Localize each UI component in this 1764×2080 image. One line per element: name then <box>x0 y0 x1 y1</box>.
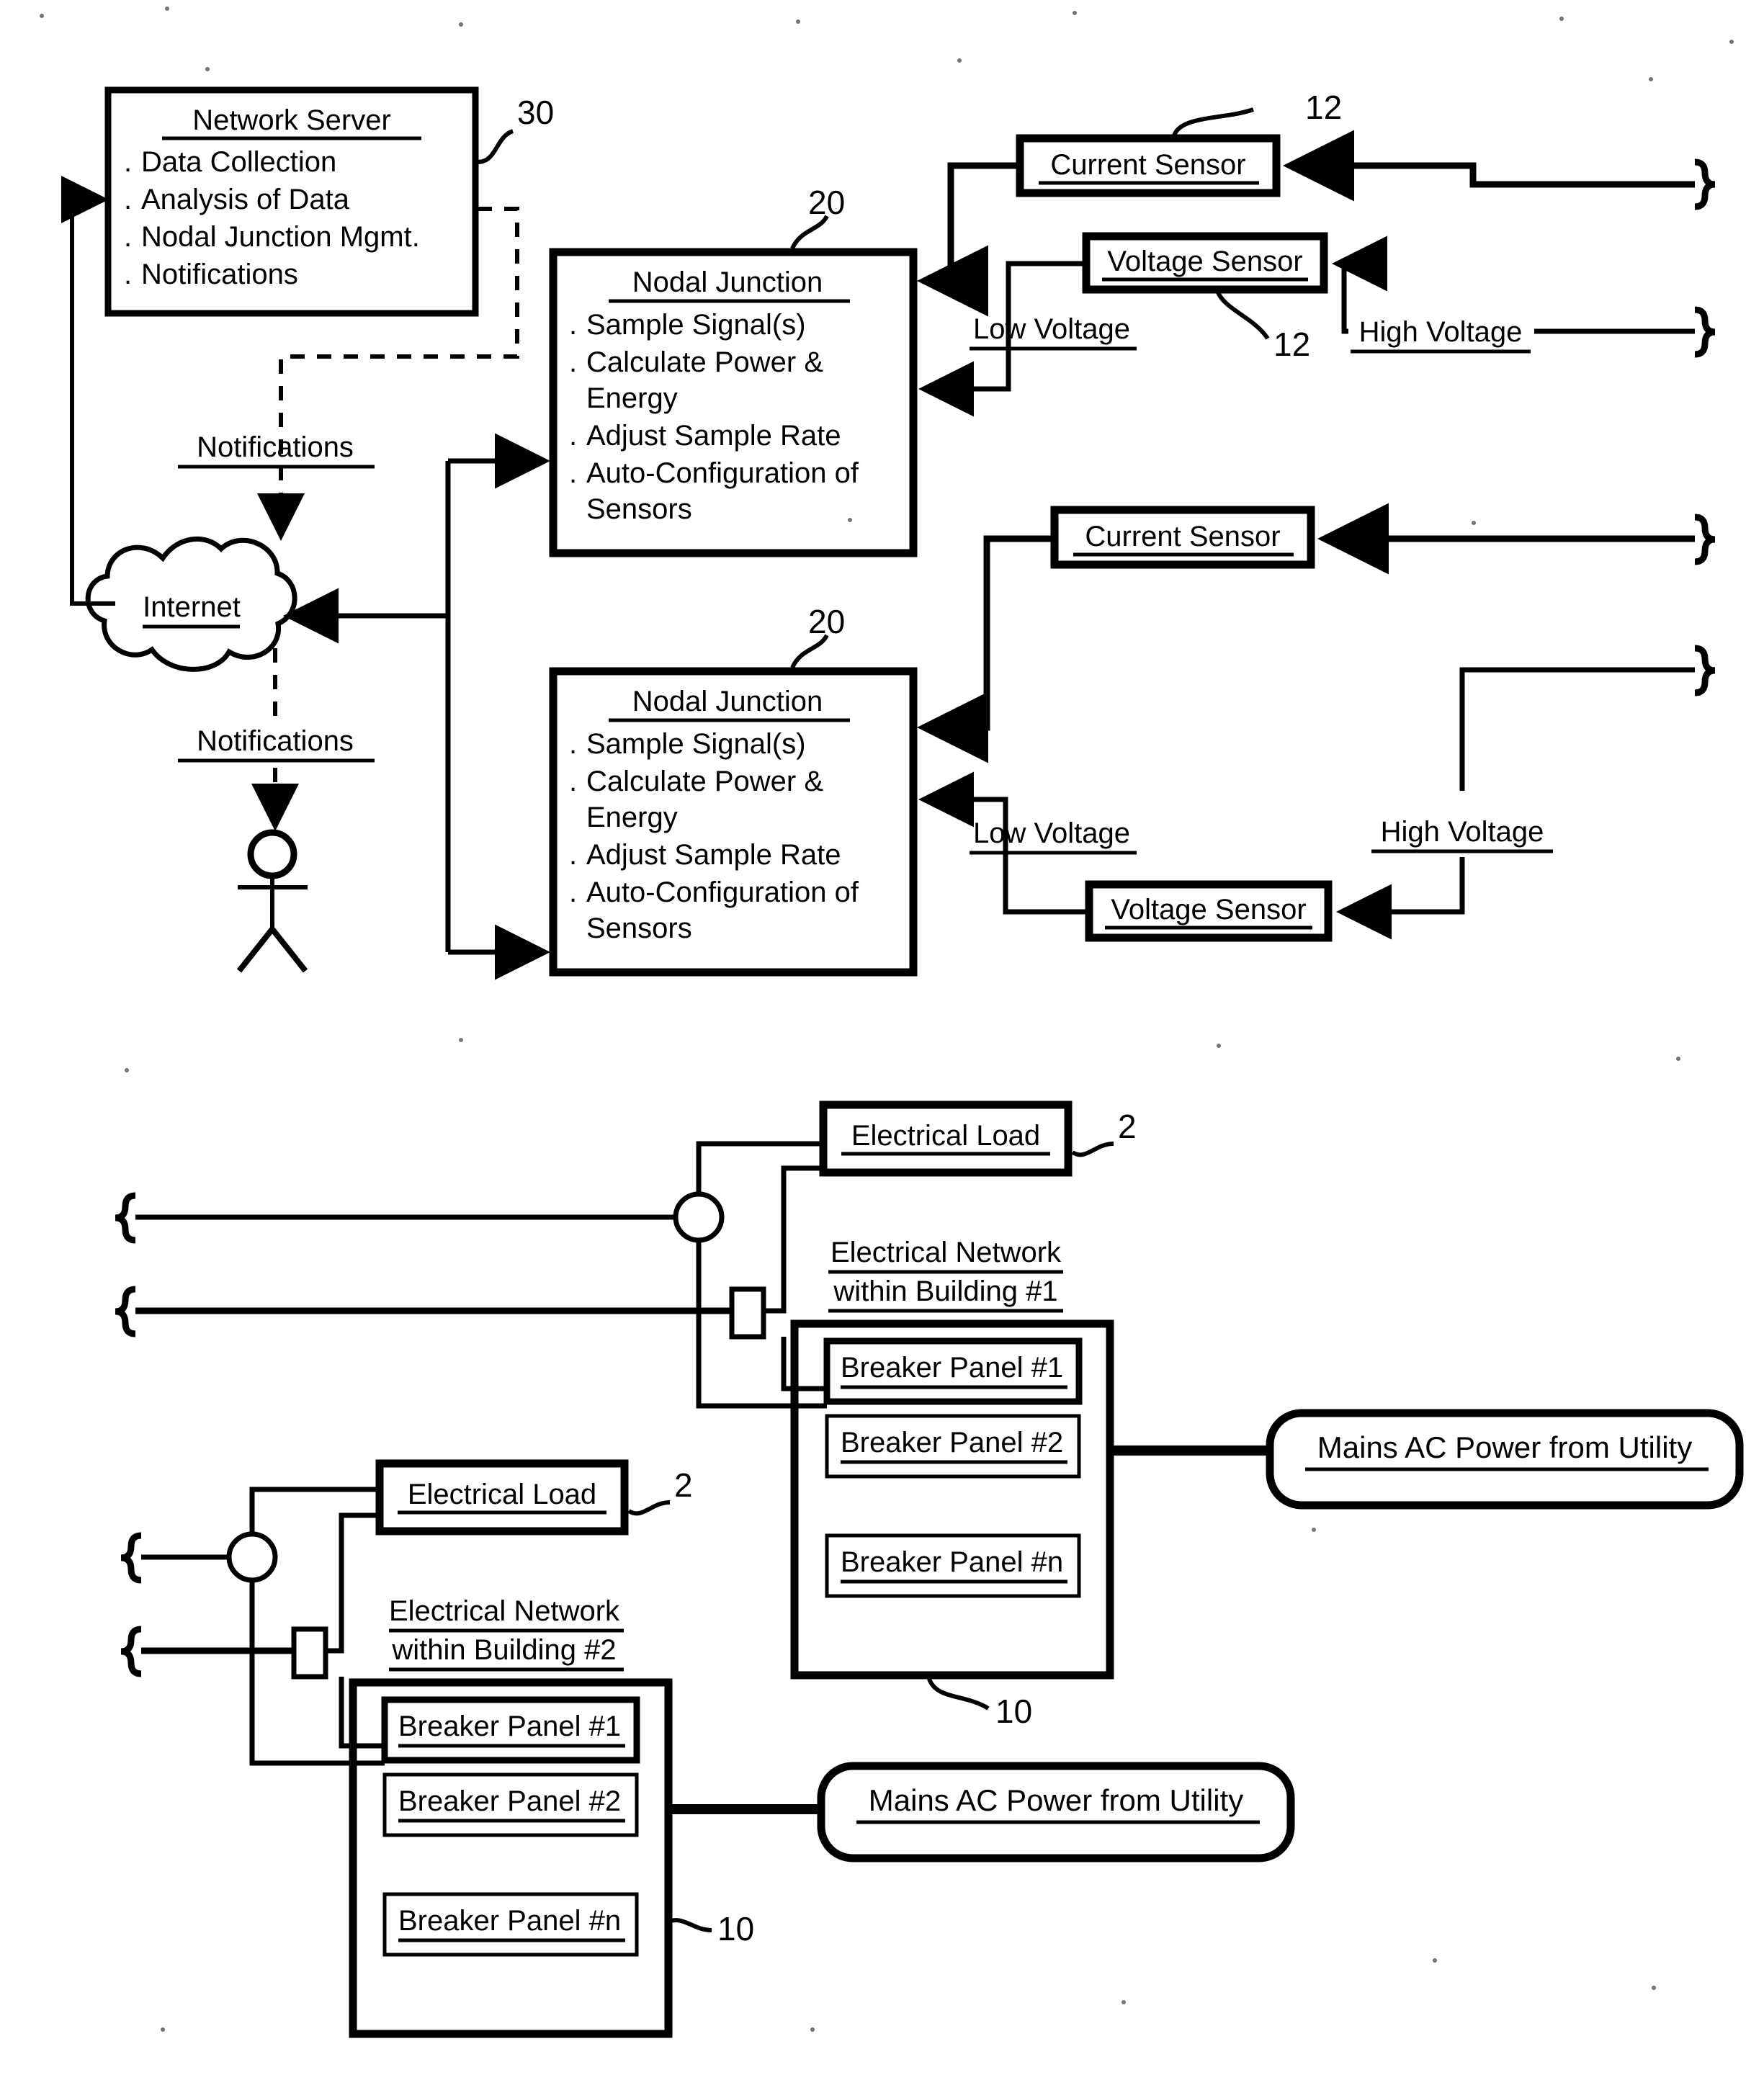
building-1-caption-line2: within Building #1 <box>833 1276 1057 1307</box>
notifications-upper-label: Notifications <box>178 431 375 469</box>
electrical-load-1-label: Electrical Load <box>851 1120 1040 1152</box>
nj2-item-5: Sensors <box>586 913 692 944</box>
ref-number-30: 30 <box>517 94 554 131</box>
current-sensor-2-label: Current Sensor <box>1085 521 1280 552</box>
nj1-item-3: Adjust Sample Rate <box>586 420 841 452</box>
figure-canvas: Network Server . Data Collection . Analy… <box>0 0 1764 2080</box>
high-voltage-1-label: High Voltage <box>1351 316 1531 354</box>
voltage-sensor-1-label: Voltage Sensor <box>1107 246 1302 277</box>
mains-ac-2-box: Mains AC Power from Utility <box>817 1762 1295 1862</box>
breaker-panel-b1-1: Breaker Panel #1 <box>823 1337 1083 1405</box>
network-server-item-0-label: Data Collection <box>141 146 336 178</box>
mains-ac-1-box: Mains AC Power from Utility <box>1266 1409 1744 1510</box>
high-voltage-2-text: High Voltage <box>1381 816 1544 848</box>
breaker-panel-b2-2-label: Breaker Panel #2 <box>398 1785 621 1817</box>
electrical-load-1-box: Electrical Load <box>819 1100 1073 1177</box>
notifications-lower-label: Notifications <box>178 725 375 763</box>
network-server-item-3: . <box>124 259 132 290</box>
network-server-item-2: . <box>124 221 132 253</box>
nj1-item-0: Sample Signal(s) <box>586 309 806 341</box>
nj2-item-3: Adjust Sample Rate <box>586 839 841 871</box>
high-voltage-1-text: High Voltage <box>1359 316 1523 348</box>
nj1-bullet-4: . <box>569 457 577 489</box>
ref-number-12-b: 12 <box>1273 326 1310 363</box>
network-server-item-2-label: Nodal Junction Mgmt. <box>141 221 420 253</box>
current-transformer-icon-2 <box>226 1531 278 1583</box>
building-1-caption: Electrical Network within Building #1 <box>828 1237 1063 1313</box>
ref-number-2-a: 2 <box>1118 1108 1137 1145</box>
nj1-bullet-3: . <box>569 420 577 452</box>
nodal-junction-2-box: Nodal Junction . Sample Signal(s) . Calc… <box>549 667 918 977</box>
breaker-panel-b1-2-label: Breaker Panel #2 <box>841 1427 1063 1458</box>
internet-label: Internet <box>143 591 241 623</box>
electrical-load-2-label: Electrical Load <box>408 1479 596 1510</box>
voltage-tap-icon-1 <box>729 1286 766 1340</box>
ref-number-10-a: 10 <box>995 1693 1032 1730</box>
network-server-item-3-label: Notifications <box>141 259 298 290</box>
building-1-caption-line1: Electrical Network <box>830 1237 1062 1268</box>
nj2-bullet-0: . <box>569 728 577 760</box>
building-2-caption-line1: Electrical Network <box>389 1595 620 1627</box>
ref-number-12-a: 12 <box>1305 89 1342 126</box>
breaker-panel-b2-1-label: Breaker Panel #1 <box>398 1711 621 1742</box>
network-server-title: Network Server <box>192 104 391 136</box>
breaker-panel-b1-1-label: Breaker Panel #1 <box>841 1352 1063 1384</box>
voltage-sensor-1-box: Voltage Sensor <box>1082 232 1328 294</box>
nodal-junction-2-title: Nodal Junction <box>632 686 823 717</box>
mains-ac-2-label: Mains AC Power from Utility <box>869 1783 1243 1817</box>
network-server-item-0: . <box>124 146 132 178</box>
nj2-bullet-3: . <box>569 839 577 871</box>
low-voltage-1-label: Low Voltage <box>970 313 1137 351</box>
breaker-panel-b2-n-label: Breaker Panel #n <box>398 1905 621 1937</box>
breaker-panel-b2-1: Breaker Panel #1 <box>381 1696 640 1764</box>
nj1-bullet-0: . <box>569 309 577 341</box>
current-sensor-1-label: Current Sensor <box>1050 149 1245 181</box>
network-server-item-1-label: Analysis of Data <box>141 184 350 215</box>
nj1-item-1: Calculate Power & <box>586 346 823 378</box>
nj2-item-0: Sample Signal(s) <box>586 728 806 760</box>
nj2-item-1: Calculate Power & <box>586 766 823 797</box>
breaker-panel-b1-n-label: Breaker Panel #n <box>841 1546 1063 1578</box>
nj2-item-2: Energy <box>586 802 678 833</box>
high-voltage-2-label: High Voltage <box>1371 816 1553 853</box>
nj2-bullet-1: . <box>569 766 577 797</box>
network-server-item-1: . <box>124 184 132 215</box>
electrical-load-2-box: Electrical Load <box>375 1459 629 1536</box>
nj2-bullet-4: . <box>569 877 577 908</box>
ref-number-20-b: 20 <box>808 603 845 640</box>
current-sensor-2-box: Current Sensor <box>1050 506 1315 569</box>
nj1-item-5: Sensors <box>586 493 692 525</box>
voltage-sensor-2-box: Voltage Sensor <box>1085 880 1333 942</box>
internet-cloud: Internet <box>85 537 297 672</box>
nodal-junction-1-box: Nodal Junction . Sample Signal(s) . Calc… <box>549 248 918 557</box>
breaker-panel-b1-n: Breaker Panel #n <box>825 1533 1081 1598</box>
breaker-panel-b2-n: Breaker Panel #n <box>382 1892 639 1957</box>
voltage-tap-icon-2 <box>291 1626 328 1680</box>
current-transformer-icon-1 <box>673 1191 725 1243</box>
notifications-upper-text: Notifications <box>197 431 354 463</box>
nj1-bullet-1: . <box>569 346 577 378</box>
breaker-panel-b1-2: Breaker Panel #2 <box>825 1414 1081 1479</box>
building-2-caption: Electrical Network within Building #2 <box>389 1595 624 1672</box>
voltage-sensor-2-label: Voltage Sensor <box>1111 894 1306 925</box>
low-voltage-2-text: Low Voltage <box>973 817 1130 849</box>
building-1-container: Breaker Panel #1 Breaker Panel #2 Breake… <box>790 1319 1114 1680</box>
nj1-item-2: Energy <box>586 382 678 414</box>
building-2-caption-line2: within Building #2 <box>391 1634 616 1666</box>
notifications-lower-text: Notifications <box>197 725 354 757</box>
patent-figure-page: Network Server . Data Collection . Analy… <box>0 0 1764 2080</box>
current-sensor-1-box: Current Sensor <box>1016 134 1281 197</box>
mains-ac-1-label: Mains AC Power from Utility <box>1317 1430 1692 1464</box>
ref-number-20-a: 20 <box>808 184 845 221</box>
ref-number-2-b: 2 <box>674 1466 693 1504</box>
low-voltage-1-text: Low Voltage <box>973 313 1130 345</box>
nj1-item-4: Auto-Configuration of <box>586 457 859 489</box>
low-voltage-2-label: Low Voltage <box>970 817 1137 855</box>
network-server-box: Network Server . Data Collection . Analy… <box>104 86 479 317</box>
building-2-container: Breaker Panel #1 Breaker Panel #2 Breake… <box>349 1678 673 2038</box>
ref-number-10-b: 10 <box>717 1910 754 1947</box>
nodal-junction-1-title: Nodal Junction <box>632 266 823 298</box>
breaker-panel-b2-2: Breaker Panel #2 <box>382 1772 639 1837</box>
nj2-item-4: Auto-Configuration of <box>586 877 859 908</box>
